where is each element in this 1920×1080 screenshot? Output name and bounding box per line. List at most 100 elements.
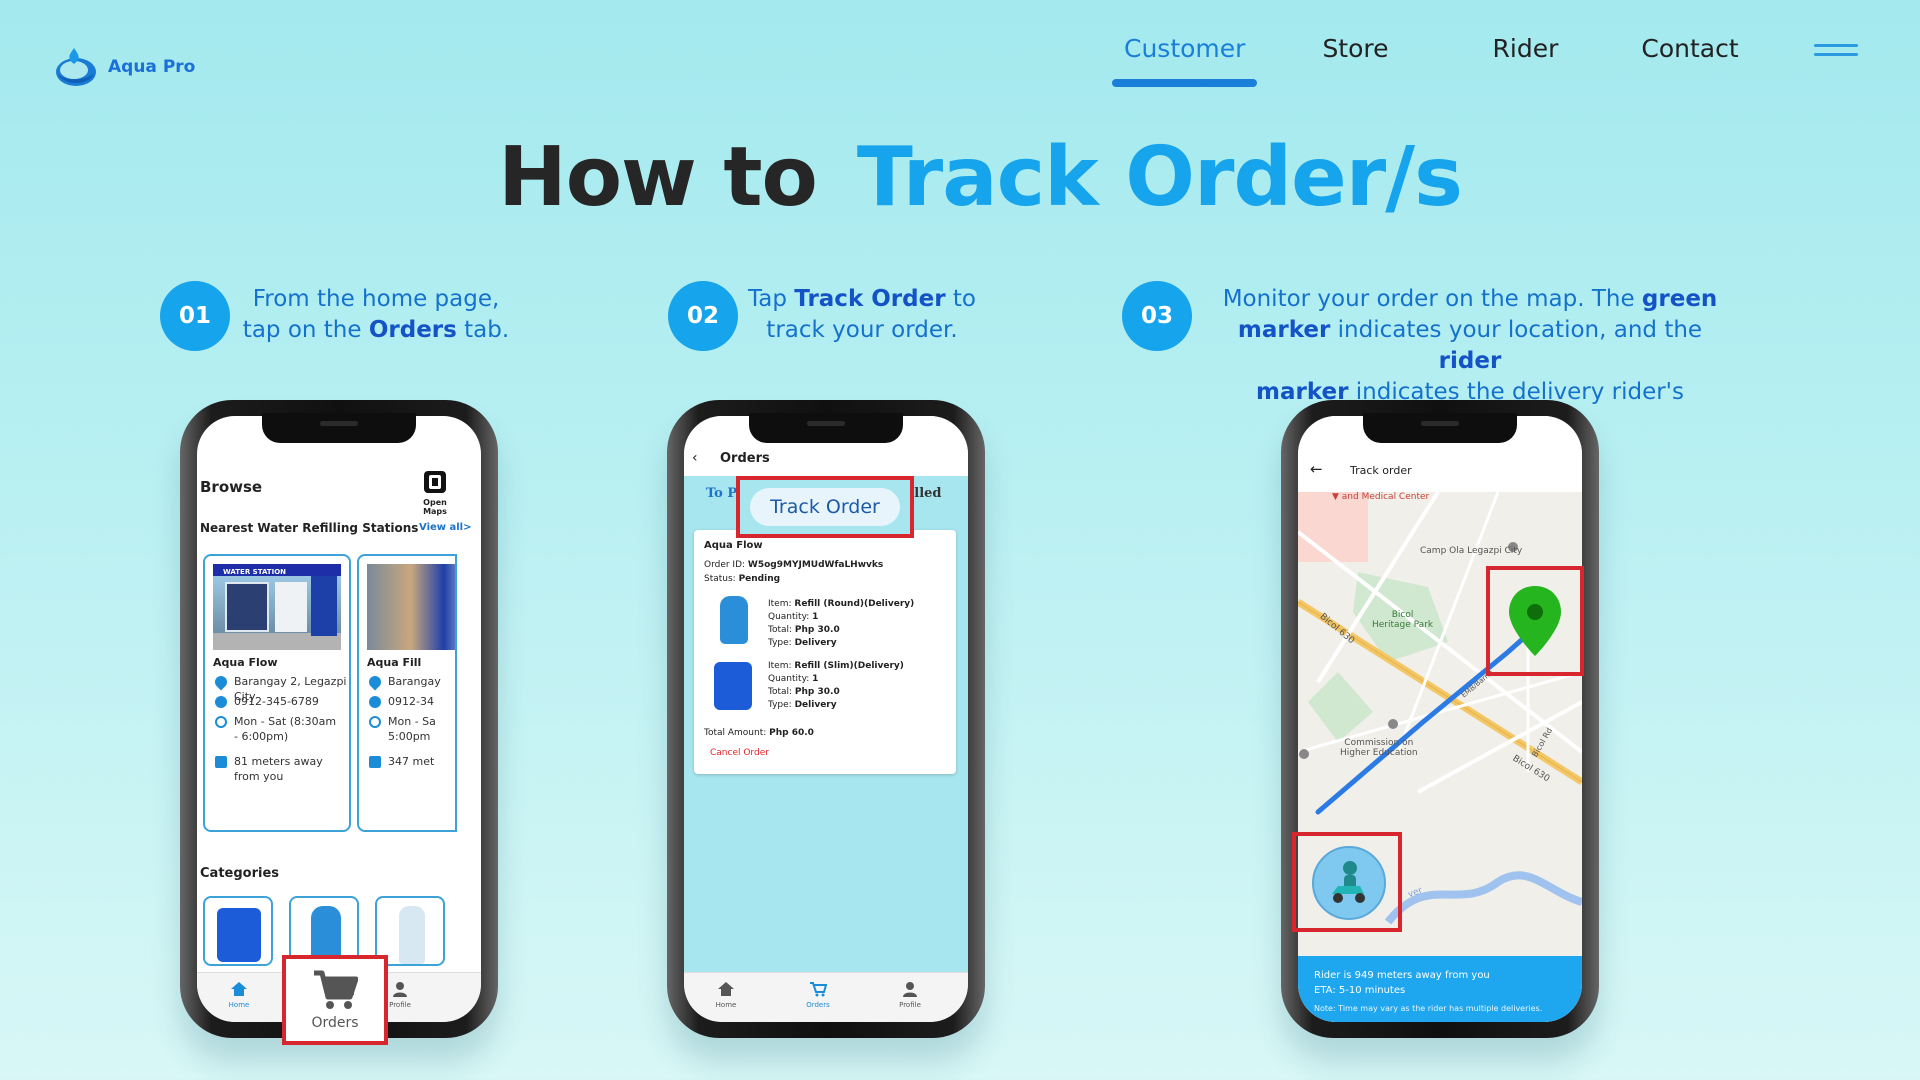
nav-contact-label: Contact (1641, 34, 1739, 63)
station-hours-row: Mon - Sat (8:30am - 6:00pm) (215, 714, 343, 744)
medical-center-text: and Medical Center (1341, 492, 1430, 502)
tab-to-pay[interactable]: To P (706, 486, 737, 501)
order-id-label: Order ID: (704, 560, 748, 570)
nav-rider[interactable]: Rider (1493, 34, 1559, 63)
phone-icon (369, 696, 381, 708)
step-2-line-2: track your order. (766, 317, 958, 343)
slim-container-icon (217, 908, 261, 962)
view-all-link[interactable]: View all> (419, 522, 471, 533)
total-amount-row: Total Amount: Php 60.0 (704, 728, 814, 738)
eta-panel: Rider is 949 meters away from you ETA: 5… (1298, 956, 1582, 1022)
step-3-line-2a: marker (1237, 317, 1331, 343)
station-sign-text: WATER STATION (223, 568, 286, 576)
phone-mockup-track: ← Track order ▼ and Medical Center Camp … (1281, 400, 1599, 1038)
step-2-number: 02 (668, 281, 738, 351)
track-order-button[interactable]: Track Order (750, 488, 900, 526)
step-2-text: Tap Track Order to track your order. (742, 284, 982, 346)
type-value: Delivery (794, 638, 837, 648)
bottle-icon (399, 906, 425, 964)
order-status-label: Status: (704, 574, 739, 584)
green-marker-highlight (1486, 566, 1584, 676)
station-name: Aqua Fill (367, 656, 422, 669)
step-3-line-1a: Monitor your order on the map. The (1222, 286, 1642, 312)
profile-icon (393, 982, 407, 997)
station-photo (367, 564, 455, 650)
station-card[interactable]: Aqua Fill Barangay 0912-34 Mon - Sa 5:00… (357, 554, 457, 832)
location-marker-icon[interactable] (1507, 584, 1563, 658)
station-distance-row: 81 meters away from you (215, 754, 349, 784)
station-name: Aqua Flow (213, 656, 278, 669)
nearest-stations-heading: Nearest Water Refilling Stations (200, 521, 419, 535)
type-label: Type: (768, 638, 795, 648)
station-door (311, 576, 337, 636)
categories-heading: Categories (200, 866, 280, 881)
order-item-details: Item: Refill (Slim)(Delivery) Quantity: … (768, 660, 904, 712)
eta-text: ETA: 5-10 minutes (1314, 985, 1406, 996)
step-2-line-1a: Tap (748, 286, 795, 312)
home-icon (231, 982, 247, 996)
nav-home[interactable]: Home (209, 981, 269, 1009)
title-part-blue: Track Order/s (856, 130, 1463, 225)
station-hours: Mon - Sa 5:00pm (388, 715, 436, 743)
step-1-number: 01 (160, 281, 230, 351)
back-arrow-icon[interactable]: ← (1310, 460, 1323, 478)
station-photo: WATER STATION (213, 564, 341, 650)
ched-label: Commission on Higher Education (1340, 738, 1418, 758)
order-status-value: Pending (738, 574, 781, 584)
nav-home-label: Home (715, 1001, 737, 1009)
nav-orders[interactable]: Orders (788, 981, 848, 1009)
station-window (225, 582, 269, 632)
open-maps-button[interactable]: Open Maps (415, 470, 455, 516)
type-value: Delivery (794, 700, 837, 710)
distance-icon (215, 756, 227, 768)
nav-orders-label: Orders (311, 1015, 359, 1031)
station-distance: 347 met (388, 755, 435, 768)
station-hours-row: Mon - Sa 5:00pm (369, 714, 439, 744)
step-2-line-1c: to (945, 286, 976, 312)
slim-gallon-image (714, 662, 752, 710)
medical-center-label: ▼ and Medical Center (1332, 492, 1430, 502)
cart-icon (810, 982, 827, 997)
qty-label: Quantity: (768, 612, 813, 622)
item-label: Item: (768, 661, 795, 671)
nav-active-indicator (1112, 79, 1258, 87)
nav-home[interactable]: Home (696, 981, 756, 1009)
station-phone: 0912-34 (388, 695, 434, 708)
station-card[interactable]: WATER STATION Aqua Flow Barangay 2, Lega… (203, 554, 351, 832)
item-value: Refill (Round)(Delivery) (794, 599, 915, 609)
nav-contact[interactable]: Contact (1641, 34, 1738, 63)
step-1-line-2a: tap on the (242, 317, 369, 343)
order-id-row: Order ID: W5og9MYJMUdWfaLHwvks (704, 560, 883, 570)
open-maps-label: Open Maps (423, 498, 447, 516)
step-1-line-2b: Orders (368, 317, 457, 343)
order-id-value: W5og9MYJMUdWfaLHwvks (747, 560, 884, 570)
order-store-name: Aqua Flow (704, 540, 763, 551)
profile-icon (903, 982, 917, 997)
total-value: Php 30.0 (794, 625, 840, 635)
nav-orders-highlight[interactable]: Orders (282, 955, 388, 1045)
step-3-line-2b: indicates your location, and the (1330, 317, 1703, 343)
category-gallon-slim[interactable] (203, 896, 273, 966)
order-item-details: Item: Refill (Round)(Delivery) Quantity:… (768, 598, 914, 650)
browse-title: Browse (200, 478, 263, 496)
station-distance: 81 meters away from you (234, 755, 323, 783)
cancel-order-button[interactable]: Cancel Order (710, 748, 769, 758)
nav-profile[interactable]: Profile (880, 981, 940, 1009)
hamburger-icon[interactable] (1814, 44, 1858, 62)
brand-logo[interactable]: Aqua Pro (52, 44, 195, 90)
nav-store[interactable]: Store (1322, 34, 1388, 63)
back-icon[interactable]: ‹ (692, 450, 698, 466)
water-drop-logo-icon (52, 44, 98, 90)
station-phone-row: 0912-345-6789 (215, 694, 319, 709)
station-hours: Mon - Sat (8:30am - 6:00pm) (234, 715, 337, 743)
nav-customer[interactable]: Customer (1112, 34, 1258, 87)
order-card: Aqua Flow Order ID: W5og9MYJMUdWfaLHwvks… (694, 530, 956, 774)
rider-marker-icon[interactable] (1312, 846, 1386, 920)
track-order-highlight: Track Order (736, 476, 914, 538)
map-icon (424, 471, 446, 493)
eta-note: Note: Time may vary as the rider has mul… (1314, 1004, 1543, 1013)
title-part-dark: How to (498, 130, 818, 225)
main-nav: Customer Store Rider Contact (1110, 34, 1739, 87)
step-1-text: From the home page, tap on the Orders ta… (236, 284, 516, 346)
station-phone: 0912-345-6789 (234, 695, 319, 708)
